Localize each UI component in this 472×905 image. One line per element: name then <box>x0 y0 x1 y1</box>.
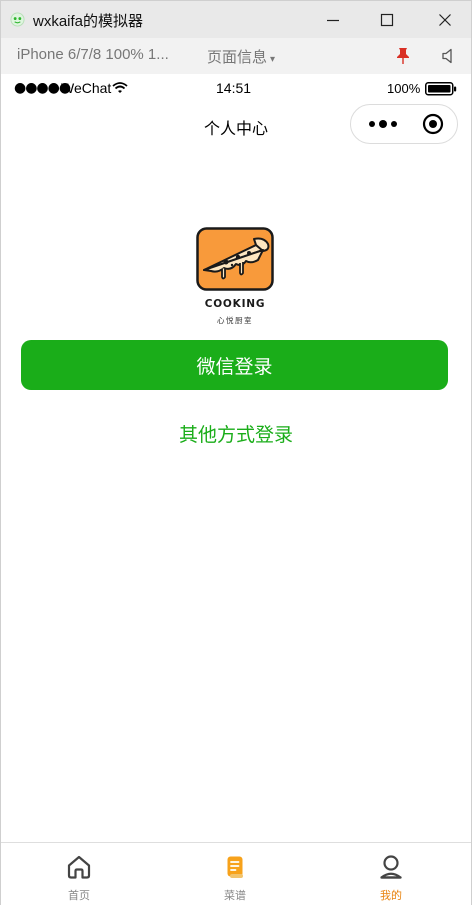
speaker-icon[interactable] <box>440 47 458 65</box>
target-close-icon <box>422 113 444 135</box>
carrier-name: WeChat <box>61 80 112 96</box>
app-icon <box>10 12 25 27</box>
tab-mine-label: 我的 <box>380 889 402 902</box>
battery-percent: 100% <box>387 81 421 96</box>
minimize-button[interactable] <box>307 1 359 39</box>
more-dot <box>379 120 387 128</box>
chevron-down-icon: ▾ <box>270 54 276 65</box>
tab-recipes[interactable]: 菜谱 <box>157 843 313 905</box>
tab-recipes-label: 菜谱 <box>224 889 246 902</box>
maximize-icon <box>380 13 394 27</box>
recipe-icon <box>227 856 243 878</box>
exit-button[interactable] <box>413 105 453 143</box>
tab-home-label: 首页 <box>68 889 90 902</box>
pin-icon[interactable] <box>395 47 411 65</box>
maximize-button[interactable] <box>361 1 413 39</box>
more-dot <box>369 121 375 127</box>
close-button[interactable] <box>419 1 471 39</box>
page-info-label: 页面信息 <box>207 49 268 66</box>
tab-home[interactable]: 首页 <box>1 843 157 905</box>
other-login-link[interactable]: 其他方式登录 <box>1 420 471 447</box>
logo-brand-text: COOKING <box>205 298 266 310</box>
more-button[interactable] <box>361 105 405 143</box>
cooking-logo: COOKING 心悦厨室 <box>196 227 274 325</box>
wifi-icon <box>112 82 128 93</box>
window-title: wxkaifa的模拟器 <box>33 13 144 30</box>
device-selector[interactable]: iPhone 6/7/8 100% 1... <box>17 46 169 63</box>
home-icon <box>67 855 91 879</box>
status-bar: ●●●●● WeChat 14:51 100% <box>1 74 471 102</box>
battery-icon <box>425 82 457 96</box>
wechat-login-button[interactable]: 微信登录 <box>21 340 448 390</box>
nav-bar: 个人中心 <box>1 102 471 148</box>
tab-bar: 首页 菜谱 我的 <box>1 842 471 905</box>
page-info-dropdown[interactable]: 页面信息 ▾ <box>207 46 275 67</box>
phone-screen: ●●●●● WeChat 14:51 100% 个人中心 COOKING 心悦厨… <box>0 74 472 905</box>
miniprogram-capsule <box>350 104 458 144</box>
close-icon <box>439 14 451 26</box>
logo-subtext: 心悦厨室 <box>217 315 253 325</box>
simulator-toolbar: iPhone 6/7/8 100% 1... 页面信息 ▾ <box>0 38 472 74</box>
user-icon <box>380 855 402 879</box>
tab-mine[interactable]: 我的 <box>313 843 469 905</box>
minimize-icon <box>327 19 339 22</box>
more-dot <box>391 121 397 127</box>
status-time: 14:51 <box>216 80 252 96</box>
window-titlebar: wxkaifa的模拟器 <box>0 0 472 38</box>
